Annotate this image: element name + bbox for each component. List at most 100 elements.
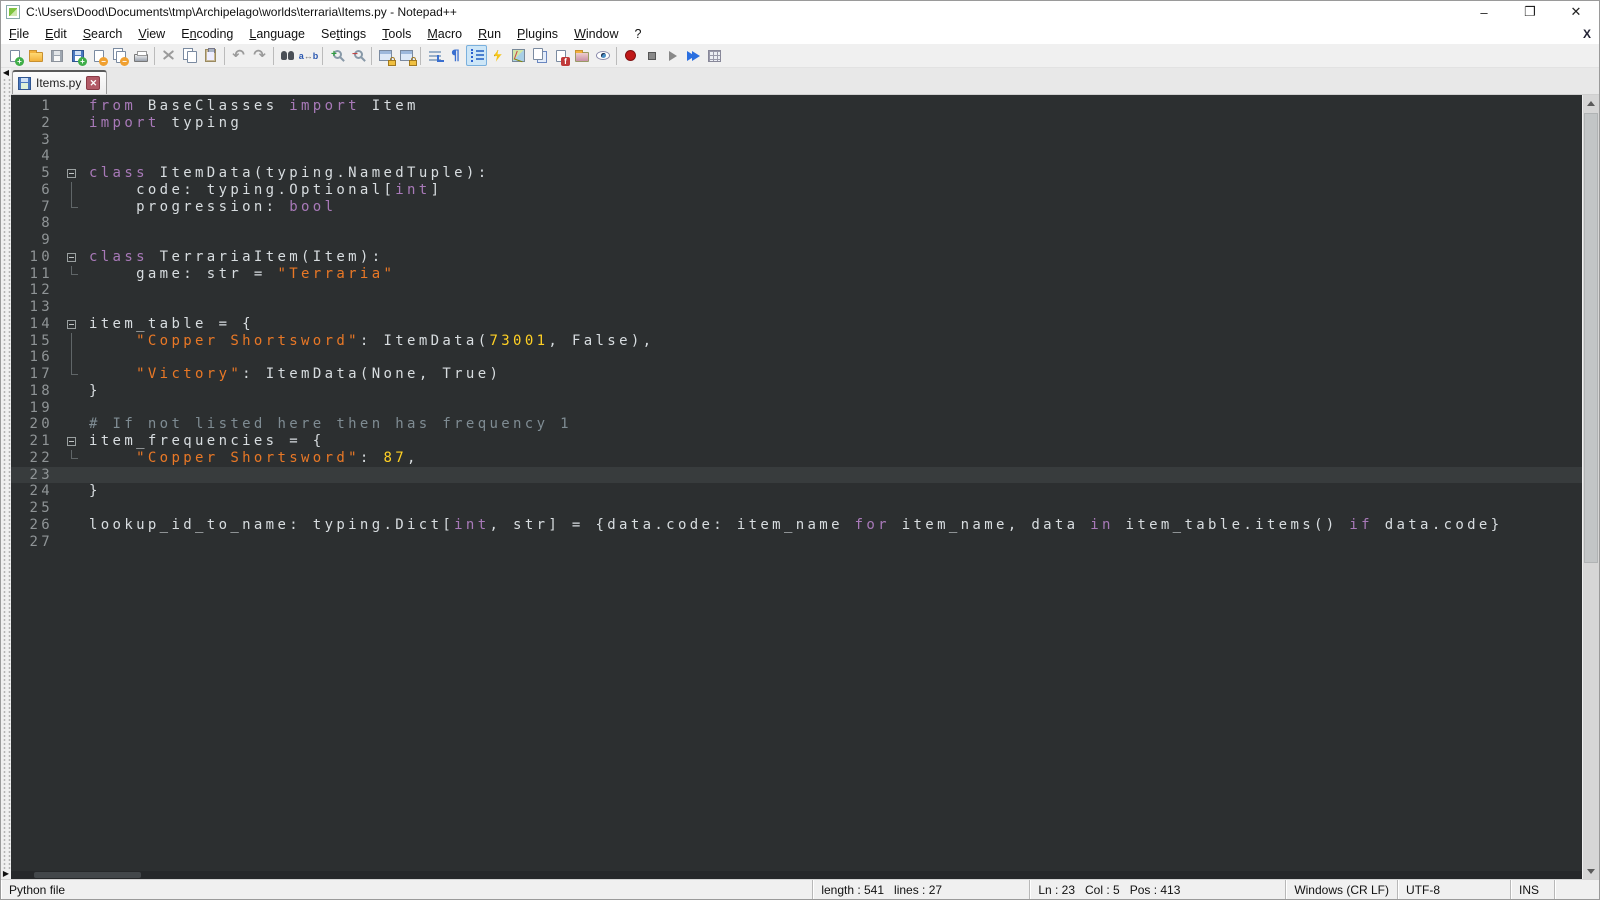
word-wrap-button[interactable] [424,45,445,66]
sync-scroll-vertical-button[interactable] [375,45,396,66]
dock-splitter-grip[interactable]: ◀ ▶ [1,68,11,879]
code-line-3[interactable]: 3 [11,132,1582,149]
line-number[interactable]: 1 [11,98,59,115]
find-button[interactable] [277,45,298,66]
code-line-21[interactable]: 21item_frequencies = { [11,433,1582,450]
menu-bar-close-icon[interactable]: X [1583,27,1591,41]
line-number[interactable]: 8 [11,215,59,232]
splitter-collapse-left-icon[interactable]: ◀ [1,68,11,78]
save-file-button[interactable] [46,45,67,66]
save-macro-button[interactable] [704,45,725,66]
code-line-23[interactable]: 23 [11,467,1582,484]
code-line-5[interactable]: 5class ItemData(typing.NamedTuple): [11,165,1582,182]
code-line-15[interactable]: 15 "Copper Shortsword": ItemData(73001, … [11,333,1582,350]
line-number[interactable]: 18 [11,383,59,400]
line-number[interactable]: 13 [11,299,59,316]
code-line-4[interactable]: 4 [11,148,1582,165]
print-button[interactable] [130,45,151,66]
line-number[interactable]: 2 [11,115,59,132]
horizontal-scrollbar[interactable] [11,871,1582,879]
code-line-22[interactable]: 22 "Copper Shortsword": 87, [11,450,1582,467]
line-number[interactable]: 10 [11,249,59,266]
folder-as-workspace-button[interactable] [571,45,592,66]
redo-button[interactable]: ↷ [249,45,270,66]
line-number[interactable]: 5 [11,165,59,182]
code-line-24[interactable]: 24} [11,483,1582,500]
fold-collapse-icon[interactable] [59,316,85,333]
menu-tools[interactable]: Tools [374,25,419,43]
copy-button[interactable] [179,45,200,66]
menu-file[interactable]: File [1,25,37,43]
playback-macro-button[interactable] [662,45,683,66]
run-macro-multiple-button[interactable] [683,45,704,66]
code-line-27[interactable]: 27 [11,534,1582,551]
menu-search[interactable]: Search [75,25,131,43]
menu-plugins[interactable]: Plugins [509,25,566,43]
fold-collapse-icon[interactable] [59,433,85,450]
line-number[interactable]: 27 [11,534,59,551]
line-number[interactable]: 22 [11,450,59,467]
paste-button[interactable] [200,45,221,66]
tab-items-py[interactable]: Items.py ✕ [12,70,107,94]
code-line-19[interactable]: 19 [11,400,1582,417]
menu-macro[interactable]: Macro [419,25,470,43]
code-line-16[interactable]: 16 [11,349,1582,366]
open-file-button[interactable] [25,45,46,66]
minimize-button[interactable]: – [1461,1,1507,23]
vertical-scrollbar-thumb[interactable] [1584,113,1598,563]
code-line-6[interactable]: 6 code: typing.Optional[int] [11,182,1582,199]
cut-button[interactable] [158,45,179,66]
menu-encoding[interactable]: Encoding [173,25,241,43]
record-macro-button[interactable] [620,45,641,66]
undo-button[interactable]: ↶ [228,45,249,66]
menu-settings[interactable]: Settings [313,25,374,43]
zoom-in-button[interactable]: + [326,45,347,66]
document-map-button[interactable] [508,45,529,66]
line-number[interactable]: 23 [11,467,59,484]
horizontal-scrollbar-thumb[interactable] [34,872,141,878]
menu-window[interactable]: Window [566,25,626,43]
show-all-characters-button[interactable]: ¶ [445,45,466,66]
code-line-13[interactable]: 13 [11,299,1582,316]
line-number[interactable]: 14 [11,316,59,333]
code-line-7[interactable]: 7 progression: bool [11,199,1582,216]
stop-macro-button[interactable] [641,45,662,66]
fold-collapse-icon[interactable] [59,165,85,182]
code-line-8[interactable]: 8 [11,215,1582,232]
fold-collapse-icon[interactable] [59,249,85,266]
line-number[interactable]: 4 [11,148,59,165]
line-number[interactable]: 7 [11,199,59,216]
line-number[interactable]: 12 [11,282,59,299]
menu-language[interactable]: Language [241,25,313,43]
code-line-2[interactable]: 2import typing [11,115,1582,132]
line-number[interactable]: 9 [11,232,59,249]
code-line-9[interactable]: 9 [11,232,1582,249]
line-number[interactable]: 20 [11,416,59,433]
line-number[interactable]: 3 [11,132,59,149]
line-number[interactable]: 26 [11,517,59,534]
replace-button[interactable]: a↔b [298,45,319,66]
menu-run[interactable]: Run [470,25,509,43]
zoom-out-button[interactable]: − [347,45,368,66]
line-number[interactable]: 25 [11,500,59,517]
menu-edit[interactable]: Edit [37,25,75,43]
close-button[interactable]: ✕ [1553,1,1599,23]
code-lines[interactable]: 1from BaseClasses import Item2import typ… [11,95,1582,871]
line-number[interactable]: 17 [11,366,59,383]
code-line-12[interactable]: 12 [11,282,1582,299]
line-number[interactable]: 11 [11,266,59,283]
code-line-1[interactable]: 1from BaseClasses import Item [11,98,1582,115]
code-line-26[interactable]: 26lookup_id_to_name: typing.Dict[int, st… [11,517,1582,534]
file-monitoring-button[interactable] [592,45,613,66]
save-all-button[interactable]: + [67,45,88,66]
code-line-11[interactable]: 11 game: str = "Terraria" [11,266,1582,283]
line-number[interactable]: 21 [11,433,59,450]
code-line-25[interactable]: 25 [11,500,1582,517]
scroll-up-icon[interactable] [1583,95,1599,111]
scroll-down-icon[interactable] [1583,863,1599,879]
line-number[interactable]: 16 [11,349,59,366]
menu-help[interactable]: ? [627,25,650,43]
code-line-20[interactable]: 20# If not listed here then has frequenc… [11,416,1582,433]
code-line-10[interactable]: 10class TerrariaItem(Item): [11,249,1582,266]
function-list-button[interactable]: f [550,45,571,66]
